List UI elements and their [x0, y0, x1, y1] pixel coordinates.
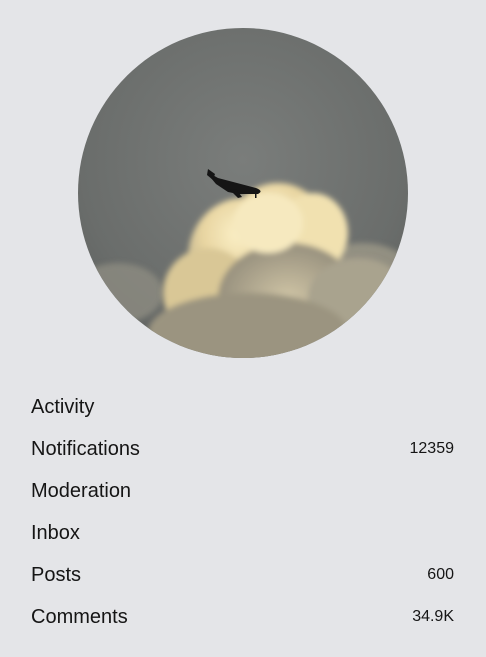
menu-item-inbox[interactable]: Inbox [31, 512, 455, 554]
menu-item-label: Moderation [31, 479, 132, 502]
menu-item-label: Activity [31, 395, 95, 418]
menu-item-activity[interactable]: Activity [31, 386, 455, 428]
notifications-count: 12359 [409, 440, 455, 457]
menu-item-moderation[interactable]: Moderation [31, 470, 455, 512]
menu-item-label: Notifications [31, 437, 140, 460]
menu-item-posts[interactable]: Posts 600 [31, 554, 455, 596]
menu-item-comments[interactable]: Comments 34.9K [31, 596, 455, 638]
posts-count: 600 [427, 566, 454, 583]
avatar-image [78, 28, 408, 358]
menu-item-notifications[interactable]: Notifications 12359 [31, 428, 455, 470]
menu-item-label: Comments [31, 605, 128, 628]
menu-item-label: Inbox [31, 521, 80, 544]
profile-menu: Activity Notifications 12359 Moderation … [31, 386, 455, 638]
comments-count: 34.9K [412, 608, 454, 625]
avatar[interactable] [78, 28, 408, 358]
menu-item-label: Posts [31, 563, 82, 586]
